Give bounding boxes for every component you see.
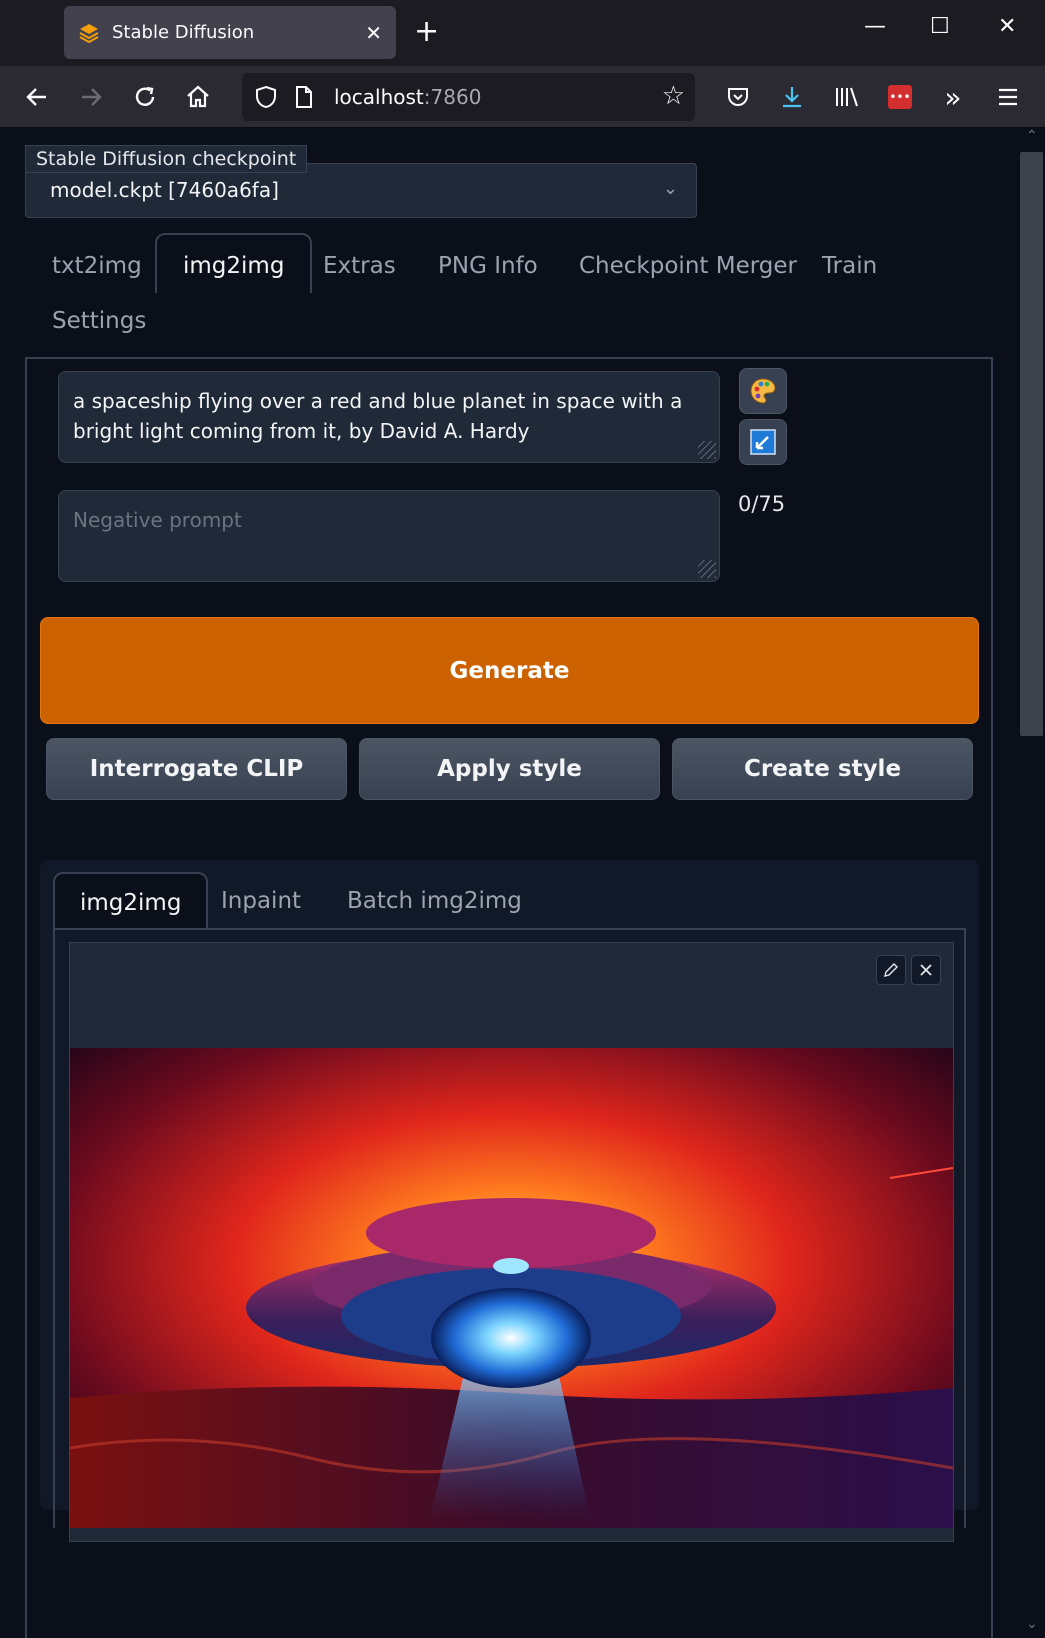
window-close-icon[interactable]: ✕: [998, 14, 1016, 39]
close-tab-icon[interactable]: ✕: [365, 21, 382, 45]
image-input-block: img2img Inpaint Batch img2img: [40, 860, 979, 1542]
scrollbar-thumb[interactable]: [1020, 152, 1043, 736]
home-icon[interactable]: [183, 82, 213, 112]
scroll-up-icon[interactable]: ⌃: [1026, 128, 1038, 144]
negative-prompt-textarea[interactable]: Negative prompt: [58, 490, 720, 582]
new-tab-icon[interactable]: +: [414, 14, 439, 50]
clear-image-icon[interactable]: [911, 955, 941, 985]
page-icon: [296, 86, 312, 108]
resize-handle-icon[interactable]: [698, 560, 716, 578]
apply-check-button[interactable]: [739, 419, 787, 465]
hamburger-menu-icon[interactable]: [993, 82, 1023, 112]
tab-train[interactable]: Train: [796, 241, 903, 291]
subtab-batch-img2img[interactable]: Batch img2img: [322, 876, 547, 926]
shield-icon[interactable]: [254, 85, 278, 109]
url-text: localhost:7860: [334, 85, 482, 109]
checkbox-arrow-icon: [750, 429, 776, 455]
chevron-down-icon: ⌄: [662, 178, 678, 199]
browser-tab-bar: Stable Diffusion ✕ + — ☐ ✕: [0, 0, 1045, 66]
scroll-down-icon[interactable]: ⌄: [1026, 1616, 1038, 1632]
library-icon[interactable]: [832, 82, 862, 112]
overflow-chevrons-icon[interactable]: »: [938, 81, 968, 114]
page-content: model.ckpt [7460a6fa] ⌄ Stable Diffusion…: [0, 128, 1045, 1638]
token-counter: 0/75: [738, 492, 786, 516]
back-icon[interactable]: [22, 82, 52, 112]
prompt-text: a spaceship flying over a red and blue p…: [73, 389, 683, 443]
tab-img2img[interactable]: img2img: [155, 233, 313, 293]
reload-icon[interactable]: [130, 82, 160, 112]
resize-handle-icon[interactable]: [698, 441, 716, 459]
edit-pencil-icon[interactable]: [876, 955, 906, 985]
browser-nav-bar: localhost:7860 ☆ ••• »: [0, 66, 1045, 128]
apply-style-button[interactable]: Apply style: [359, 738, 660, 800]
subtab-inpaint[interactable]: Inpaint: [196, 876, 326, 926]
negative-prompt-placeholder: Negative prompt: [73, 508, 242, 532]
image-upload-box[interactable]: [69, 942, 954, 1542]
create-style-button[interactable]: Create style: [672, 738, 973, 800]
checkpoint-label: Stable Diffusion checkpoint: [25, 145, 308, 173]
tab-txt2img[interactable]: txt2img: [26, 241, 168, 291]
stable-diffusion-favicon-icon: [79, 23, 99, 43]
minimize-icon[interactable]: —: [864, 14, 886, 39]
pocket-icon[interactable]: [723, 82, 753, 112]
tab-checkpoint-merger[interactable]: Checkpoint Merger: [553, 241, 823, 291]
checkpoint-value: model.ckpt [7460a6fa]: [50, 178, 279, 202]
paint-palette-button[interactable]: [739, 368, 787, 414]
url-bar[interactable]: localhost:7860 ☆: [242, 73, 695, 121]
prompt-textarea[interactable]: a spaceship flying over a red and blue p…: [58, 371, 720, 463]
subtab-img2img[interactable]: img2img: [53, 872, 209, 930]
interrogate-clip-button[interactable]: Interrogate CLIP: [46, 738, 347, 800]
forward-icon[interactable]: [76, 82, 106, 112]
downloads-icon[interactable]: [777, 82, 807, 112]
palette-icon: [750, 378, 776, 404]
page-scrollbar[interactable]: ⌃ ⌄: [1018, 128, 1045, 1638]
bookmark-star-icon[interactable]: ☆: [662, 83, 685, 109]
img2img-subpanel: [53, 928, 966, 1542]
browser-tab[interactable]: Stable Diffusion ✕: [64, 6, 396, 59]
browser-tab-title: Stable Diffusion: [112, 22, 255, 43]
tab-png-info[interactable]: PNG Info: [412, 241, 564, 291]
tab-settings[interactable]: Settings: [26, 296, 172, 346]
input-image-spaceship: [70, 1048, 953, 1528]
generate-button[interactable]: Generate: [40, 617, 979, 724]
tab-extras[interactable]: Extras: [297, 241, 422, 291]
maximize-icon[interactable]: ☐: [930, 14, 950, 39]
extension-icon[interactable]: •••: [885, 82, 915, 112]
